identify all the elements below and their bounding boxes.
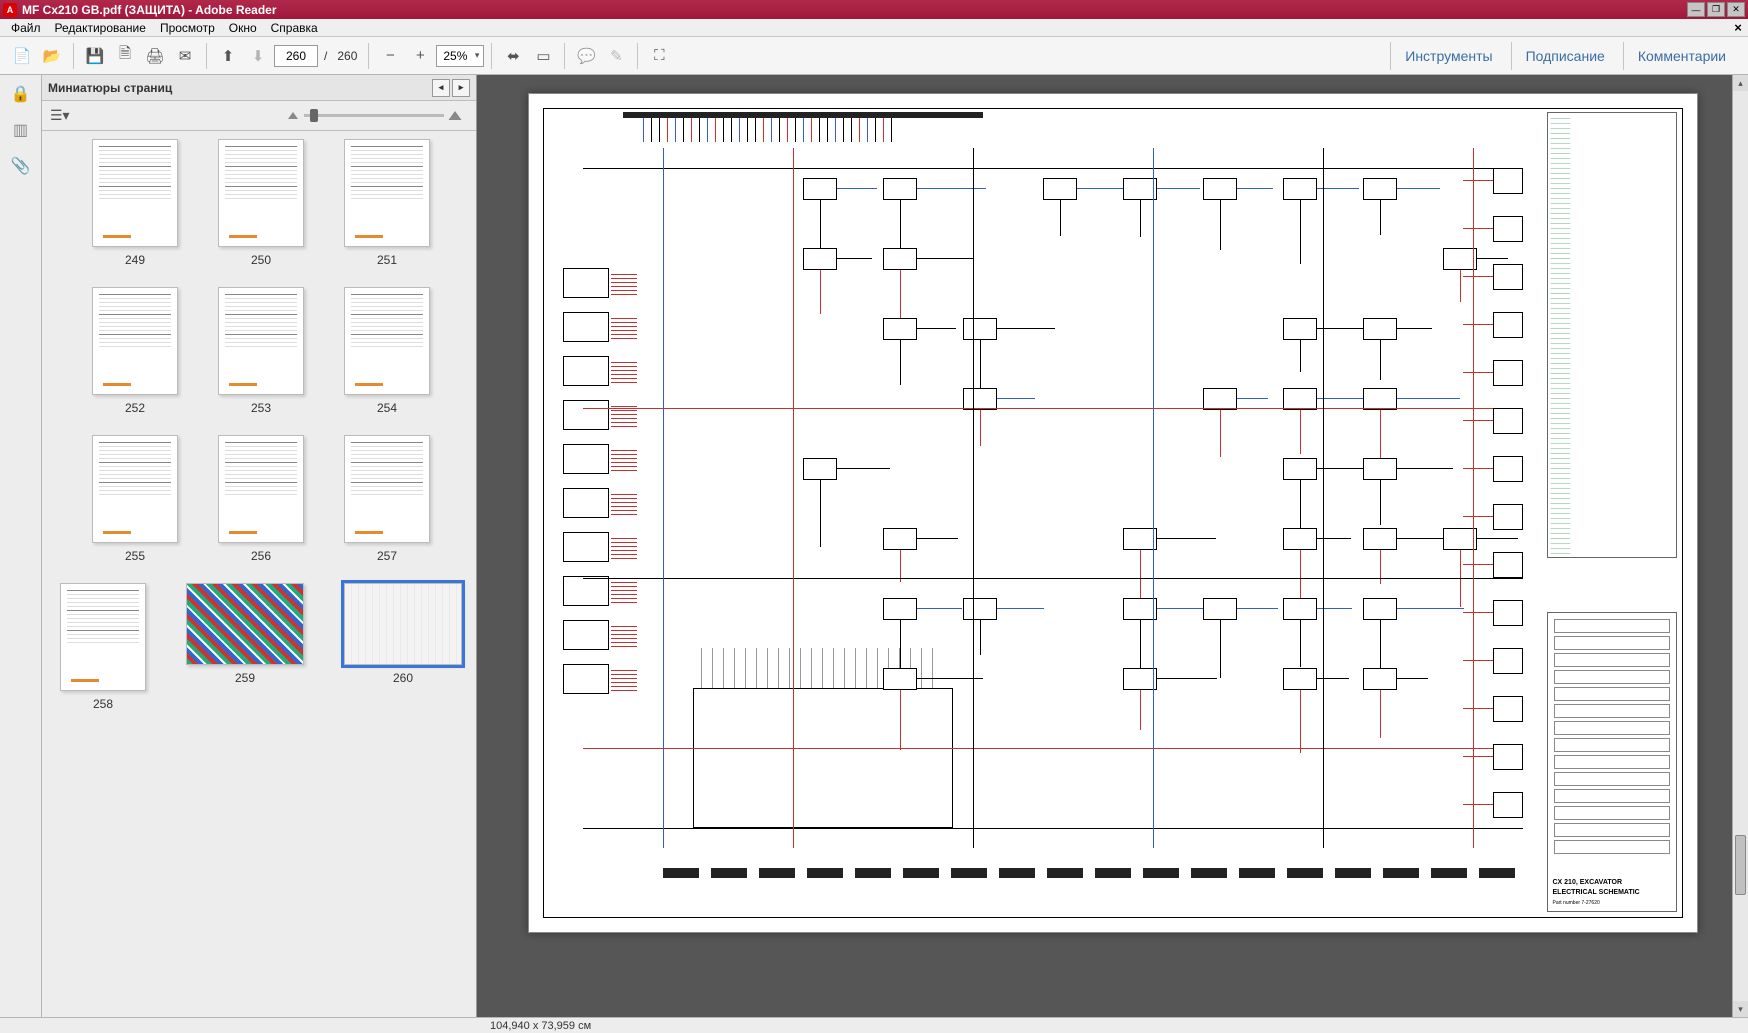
fit-width-icon[interactable]: ⬌ <box>499 42 527 70</box>
email-icon[interactable]: ✉ <box>171 42 199 70</box>
separator <box>637 43 638 69</box>
side-panel-header: Миниатюры страниц ◂ ▸ <box>42 75 476 101</box>
thumbnails-icon[interactable]: ▥ <box>8 117 34 143</box>
menu-bar: Файл Редактирование Просмотр Окно Справк… <box>0 19 1748 37</box>
separator <box>491 43 492 69</box>
export-pdf-icon[interactable]: 📄 <box>8 42 36 70</box>
minimize-button[interactable]: — <box>1687 2 1705 17</box>
thumbnail-label: 250 <box>251 253 271 267</box>
thumbnail-252[interactable]: 252 <box>92 287 178 415</box>
thumbnail-256[interactable]: 256 <box>218 435 304 563</box>
thumbnail-label: 258 <box>93 697 113 711</box>
zoom-in-icon[interactable]: + <box>406 42 434 70</box>
save-icon[interactable]: 💾 <box>81 42 109 70</box>
thumbnail-label: 251 <box>377 253 397 267</box>
menu-view[interactable]: Просмотр <box>153 20 222 36</box>
restore-button[interactable]: ❐ <box>1707 2 1725 17</box>
slider-max-icon <box>449 111 462 120</box>
page-separator: / <box>324 49 327 63</box>
slider-thumb[interactable] <box>310 109 318 122</box>
title-block-line2: ELECTRICAL SCHEMATIC <box>1553 888 1673 898</box>
separator <box>206 43 207 69</box>
schematic-legend-list: ────────────────────────────────────────… <box>1547 112 1677 558</box>
navigation-rail: 🔒 ▥ 📎 <box>0 75 42 1017</box>
scroll-up-arrow[interactable]: ▴ <box>1733 75 1748 91</box>
page-number-input[interactable] <box>274 45 318 67</box>
tab-comments[interactable]: Комментарии <box>1623 42 1740 70</box>
save-as-icon[interactable]: 🗎 <box>111 42 139 70</box>
side-panel-title: Миниатюры страниц <box>48 81 172 95</box>
page-up-icon[interactable]: ⬆ <box>214 42 242 70</box>
thumbnail-259[interactable]: 259 <box>186 583 304 711</box>
title-block-line1: CX 210, EXCAVATOR <box>1553 878 1673 888</box>
panel-next-button[interactable]: ▸ <box>452 79 470 97</box>
panel-options-icon[interactable]: ☰▾ <box>50 107 70 124</box>
thumbnail-250[interactable]: 250 <box>218 139 304 267</box>
thumbnail-254[interactable]: 254 <box>344 287 430 415</box>
scroll-down-arrow[interactable]: ▾ <box>1733 1001 1748 1017</box>
thumbnail-label: 257 <box>377 549 397 563</box>
separator <box>73 43 74 69</box>
menu-edit[interactable]: Редактирование <box>48 20 153 36</box>
side-panel: Миниатюры страниц ◂ ▸ ☰▾ 249 250 251 252 253… <box>42 75 477 1017</box>
thumbnail-label: 260 <box>393 671 413 685</box>
panel-prev-button[interactable]: ◂ <box>432 79 450 97</box>
title-block-line3: Part number 7-27620 <box>1553 898 1673 908</box>
thumbnail-label: 255 <box>125 549 145 563</box>
schematic-key-block <box>1547 612 1677 912</box>
app-icon: A <box>3 3 17 17</box>
page-dimensions: 104,940 x 73,959 см <box>490 1020 591 1032</box>
status-bar: 104,940 x 73,959 см <box>0 1017 1748 1033</box>
comment-icon[interactable]: 💬 <box>572 42 600 70</box>
scrollbar-thumb[interactable] <box>1735 835 1746 895</box>
thumbnail-size-slider[interactable] <box>304 114 444 117</box>
thumbnail-label: 259 <box>235 671 255 685</box>
thumbnail-255[interactable]: 255 <box>92 435 178 563</box>
main-area: 🔒 ▥ 📎 Миниатюры страниц ◂ ▸ ☰▾ 249 250 251… <box>0 75 1748 1017</box>
menu-help[interactable]: Справка <box>264 20 325 36</box>
tab-tools[interactable]: Инструменты <box>1390 42 1506 70</box>
side-panel-tools: ☰▾ <box>42 101 476 131</box>
print-icon[interactable]: 🖨 <box>141 42 169 70</box>
zoom-select[interactable]: 25% <box>436 45 484 67</box>
highlight-icon[interactable]: ✎ <box>602 42 630 70</box>
open-icon[interactable]: 📂 <box>38 42 66 70</box>
zoom-value: 25% <box>443 49 467 63</box>
thumbnail-label: 254 <box>377 401 397 415</box>
thumbnail-249[interactable]: 249 <box>92 139 178 267</box>
thumbnail-label: 253 <box>251 401 271 415</box>
toolbar: 📄 📂 💾 🗎 🖨 ✉ ⬆ ⬇ / 260 − + 25% ⬌ ▭ 💬 ✎ ⛶ … <box>0 37 1748 75</box>
document-close-button[interactable]: × <box>1731 20 1745 34</box>
close-button[interactable]: ✕ <box>1727 2 1745 17</box>
thumbnail-258[interactable]: 258 <box>60 583 146 711</box>
page-canvas: ────────────────────────────────────────… <box>528 93 1698 933</box>
slider-min-icon <box>288 112 298 119</box>
attachments-icon[interactable]: 📎 <box>8 153 34 179</box>
vertical-scrollbar[interactable]: ▴ ▾ <box>1732 75 1748 1017</box>
tab-sign[interactable]: Подписание <box>1511 42 1619 70</box>
read-mode-icon[interactable]: ⛶ <box>645 42 673 70</box>
window-title: MF Cx210 GB.pdf (ЗАЩИТА) - Adobe Reader <box>22 3 1687 17</box>
separator <box>564 43 565 69</box>
page-total: 260 <box>337 49 357 63</box>
thumbnail-label: 252 <box>125 401 145 415</box>
schematic-title-block: CX 210, EXCAVATOR ELECTRICAL SCHEMATIC P… <box>1553 878 1673 908</box>
thumbnail-label: 256 <box>251 549 271 563</box>
fit-page-icon[interactable]: ▭ <box>529 42 557 70</box>
separator <box>368 43 369 69</box>
menu-window[interactable]: Окно <box>222 20 264 36</box>
security-lock-icon[interactable]: 🔒 <box>8 81 34 107</box>
document-viewport[interactable]: ────────────────────────────────────────… <box>477 75 1748 1017</box>
thumbnail-257[interactable]: 257 <box>344 435 430 563</box>
thumbnail-251[interactable]: 251 <box>344 139 430 267</box>
menu-file[interactable]: Файл <box>4 20 48 36</box>
title-bar: A MF Cx210 GB.pdf (ЗАЩИТА) - Adobe Reade… <box>0 0 1748 19</box>
page-down-icon[interactable]: ⬇ <box>244 42 272 70</box>
thumbnail-260[interactable]: 260 <box>344 583 462 711</box>
thumbnail-253[interactable]: 253 <box>218 287 304 415</box>
zoom-out-icon[interactable]: − <box>376 42 404 70</box>
thumbnail-label: 249 <box>125 253 145 267</box>
thumbnails-scroll[interactable]: 249 250 251 252 253 254 255 256 257 258 259 260 <box>42 131 476 1017</box>
